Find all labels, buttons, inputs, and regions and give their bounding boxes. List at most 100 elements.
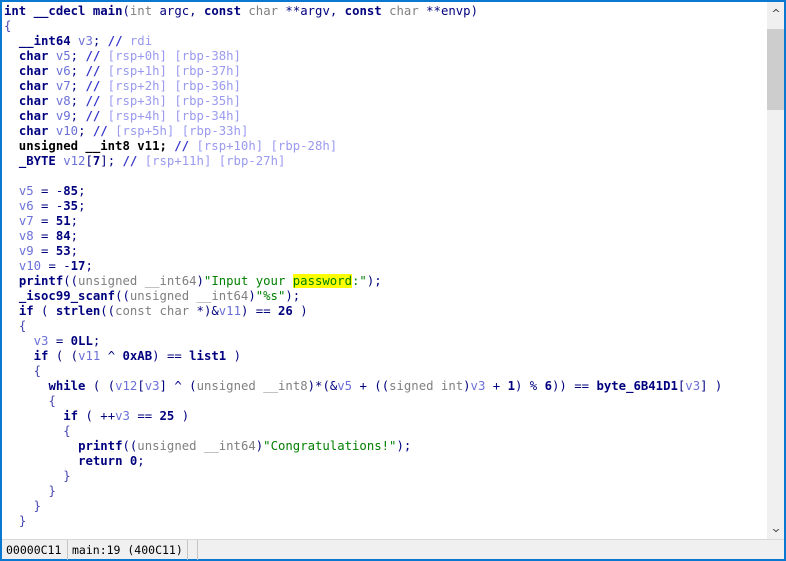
code-line-35[interactable]: } <box>4 514 766 529</box>
comment-marker: // <box>174 139 190 153</box>
punct <box>337 4 344 18</box>
highlighted-word: password <box>292 274 352 288</box>
code-line-6[interactable]: char v7; // [rsp+2h] [rbp-36h] <box>4 79 766 94</box>
comment-text: [rsp+3h] [rbp-35h] <box>100 94 241 108</box>
code-line-25[interactable]: { <box>4 364 766 379</box>
code-line-2[interactable]: { <box>4 19 766 34</box>
code-line-15[interactable]: v7 = 51; <box>4 214 766 229</box>
punct <box>34 214 41 228</box>
punct <box>500 379 507 393</box>
variable-v7: v7 <box>55 79 71 93</box>
code-line-4[interactable]: char v5; // [rsp+0h] [rbp-38h] <box>4 49 766 64</box>
variable-v3: v3 <box>33 334 49 348</box>
code-line-22[interactable]: { <box>4 319 766 334</box>
cast-type: int <box>440 379 464 393</box>
punct: + <box>359 379 367 393</box>
code-line-33[interactable]: } <box>4 484 766 499</box>
punct <box>48 229 55 243</box>
function-main: main <box>92 4 123 18</box>
code-line-29[interactable]: { <box>4 424 766 439</box>
code-line-28[interactable]: if ( ++v3 == 25 ) <box>4 409 766 424</box>
punct: ; <box>92 334 101 348</box>
code-line-9[interactable]: char v10; // [rsp+5h] [rbp-33h] <box>4 124 766 139</box>
function-_isoc99_scanf: _isoc99_scanf <box>18 289 116 303</box>
scroll-up-button[interactable] <box>767 2 784 19</box>
punct <box>26 4 33 18</box>
punct <box>174 409 181 423</box>
code-line-8[interactable]: char v9; // [rsp+4h] [rbp-34h] <box>4 109 766 124</box>
code-line-26[interactable]: while ( (v12[v3] ^ (unsigned __int8)*(&v… <box>4 379 766 394</box>
punct: ( <box>63 274 71 288</box>
punct <box>11 154 18 168</box>
code-line-13[interactable]: v5 = -85; <box>4 184 766 199</box>
number-literal: 35 <box>63 199 79 213</box>
brace: { <box>18 319 27 333</box>
code-line-32[interactable]: } <box>4 469 766 484</box>
punct <box>34 439 41 453</box>
punct <box>26 499 33 513</box>
scroll-down-button[interactable] <box>767 522 784 539</box>
code-line-24[interactable]: if ( (v11 ^ 0xAB) == list1 ) <box>4 349 766 364</box>
variable-v3: v3 <box>115 409 130 423</box>
punct <box>11 304 18 318</box>
code-line-20[interactable]: _isoc99_scanf((unsigned __int64)"%s"); <box>4 289 766 304</box>
code-line-14[interactable]: v6 = -35; <box>4 199 766 214</box>
comment-text: [rsp+4h] [rbp-34h] <box>100 109 241 123</box>
punct: [ <box>137 379 145 393</box>
keyword-char: char <box>18 124 49 138</box>
code-line-7[interactable]: char v8; // [rsp+3h] [rbp-35h] <box>4 94 766 109</box>
code-line-3[interactable]: __int64 v3; // rdi <box>4 34 766 49</box>
punct: ; <box>292 289 301 303</box>
punct: ; <box>78 184 86 198</box>
comment-marker: // <box>122 154 138 168</box>
code-listing[interactable]: int __cdecl main(int argc, const char **… <box>2 4 766 529</box>
punct <box>26 484 33 498</box>
code-line-19[interactable]: printf((unsigned __int64)"Input your pas… <box>4 274 766 289</box>
code-line-16[interactable]: v8 = 84; <box>4 229 766 244</box>
variable-v5: v5 <box>337 379 353 393</box>
string-literal: "Input your password:" <box>203 274 367 288</box>
code-line-34[interactable]: } <box>4 499 766 514</box>
code-line-17[interactable]: v9 = 53; <box>4 244 766 259</box>
code-line-23[interactable]: v3 = 0LL; <box>4 334 766 349</box>
punct <box>115 154 122 168</box>
number-literal: 1 <box>507 379 515 393</box>
punct <box>26 334 33 348</box>
code-line-12[interactable] <box>4 169 766 184</box>
brace: { <box>4 19 12 33</box>
punct <box>34 304 41 318</box>
variable-v6: v6 <box>18 199 34 213</box>
identifier: argc <box>159 4 190 18</box>
cast-type: __int64 <box>196 289 249 303</box>
code-line-1[interactable]: int __cdecl main(int argc, const char **… <box>4 4 766 19</box>
punct: = <box>144 409 153 423</box>
code-line-27[interactable]: { <box>4 394 766 409</box>
punct <box>197 439 204 453</box>
punct: ; <box>70 214 79 228</box>
punct: ) <box>300 304 308 318</box>
punct <box>34 484 41 498</box>
punct: ( <box>322 379 330 393</box>
punct: ) <box>307 379 316 393</box>
code-line-5[interactable]: char v6; // [rsp+1h] [rbp-37h] <box>4 64 766 79</box>
code-line-31[interactable]: return 0; <box>4 454 766 469</box>
vertical-scrollbar[interactable] <box>766 2 784 539</box>
code-pane[interactable]: int __cdecl main(int argc, const char **… <box>2 2 766 539</box>
code-line-21[interactable]: if ( strlen((const char *)&v11) == 26 ) <box>4 304 766 319</box>
punct <box>197 4 204 18</box>
brace: } <box>63 469 71 483</box>
keyword-return: return <box>78 454 123 468</box>
number-literal: 53 <box>55 244 71 258</box>
code-line-18[interactable]: v10 = -17; <box>4 259 766 274</box>
punct <box>160 349 167 363</box>
punct <box>115 349 122 363</box>
punct: * <box>285 4 293 18</box>
punct <box>71 454 78 468</box>
code-line-11[interactable]: _BYTE v12[7]; // [rsp+11h] [rbp-27h] <box>4 154 766 169</box>
scrollbar-thumb[interactable] <box>767 29 784 110</box>
code-line-10[interactable]: unsigned __int8 v11; // [rsp+10h] [rbp-2… <box>4 139 766 154</box>
punct: = <box>48 259 56 273</box>
code-line-30[interactable]: printf((unsigned __int64)"Congratulation… <box>4 439 766 454</box>
variable-v12: v12 <box>63 154 86 168</box>
punct <box>11 184 18 198</box>
